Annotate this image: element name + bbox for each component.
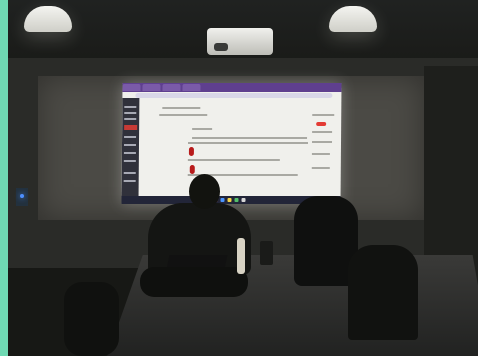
projected-browser-window [121,83,342,204]
conference-room-scene [8,0,478,356]
office-chair [64,282,119,356]
red-marker-icon [189,165,195,174]
taskbar-app-icon [220,198,225,202]
sidebar-item [123,180,136,182]
sidebar-active-item [124,125,138,130]
content-line [192,137,308,139]
content-line [187,159,280,161]
projector-lens [214,43,228,51]
browser-tab [162,84,181,91]
bag-on-table [140,267,248,297]
browser-tab [182,84,201,91]
content-line [187,142,309,144]
sidebar-item [124,136,137,138]
taskbar-app-icon [234,198,239,202]
taskbar-app-icon [241,198,246,202]
content-line [311,167,330,169]
content-line [311,153,330,155]
person-silhouette-head [189,174,220,209]
blue-indicator-light [20,194,24,198]
browser-tab [122,84,141,91]
projected-sidebar [121,98,140,204]
sidebar-item [123,152,136,154]
content-line [312,131,333,133]
water-bottle [237,238,245,274]
content-line [312,114,335,116]
browser-tabs [122,84,341,92]
content-line [162,107,201,109]
sidebar-item [124,118,137,120]
sidebar-item [123,144,136,146]
status-badge [316,122,327,126]
sidebar-item [123,172,136,174]
red-marker-icon [188,147,194,156]
sidebar-item [124,112,137,114]
taskbar-app-icon [227,198,232,202]
content-line [192,128,213,130]
browser-tab [142,84,161,91]
address-bar [135,93,333,98]
cup [260,241,273,265]
content-line [159,114,208,116]
content-line [312,141,333,143]
office-chair [348,245,418,340]
sidebar-item [123,160,136,162]
sidebar-item [124,106,137,108]
